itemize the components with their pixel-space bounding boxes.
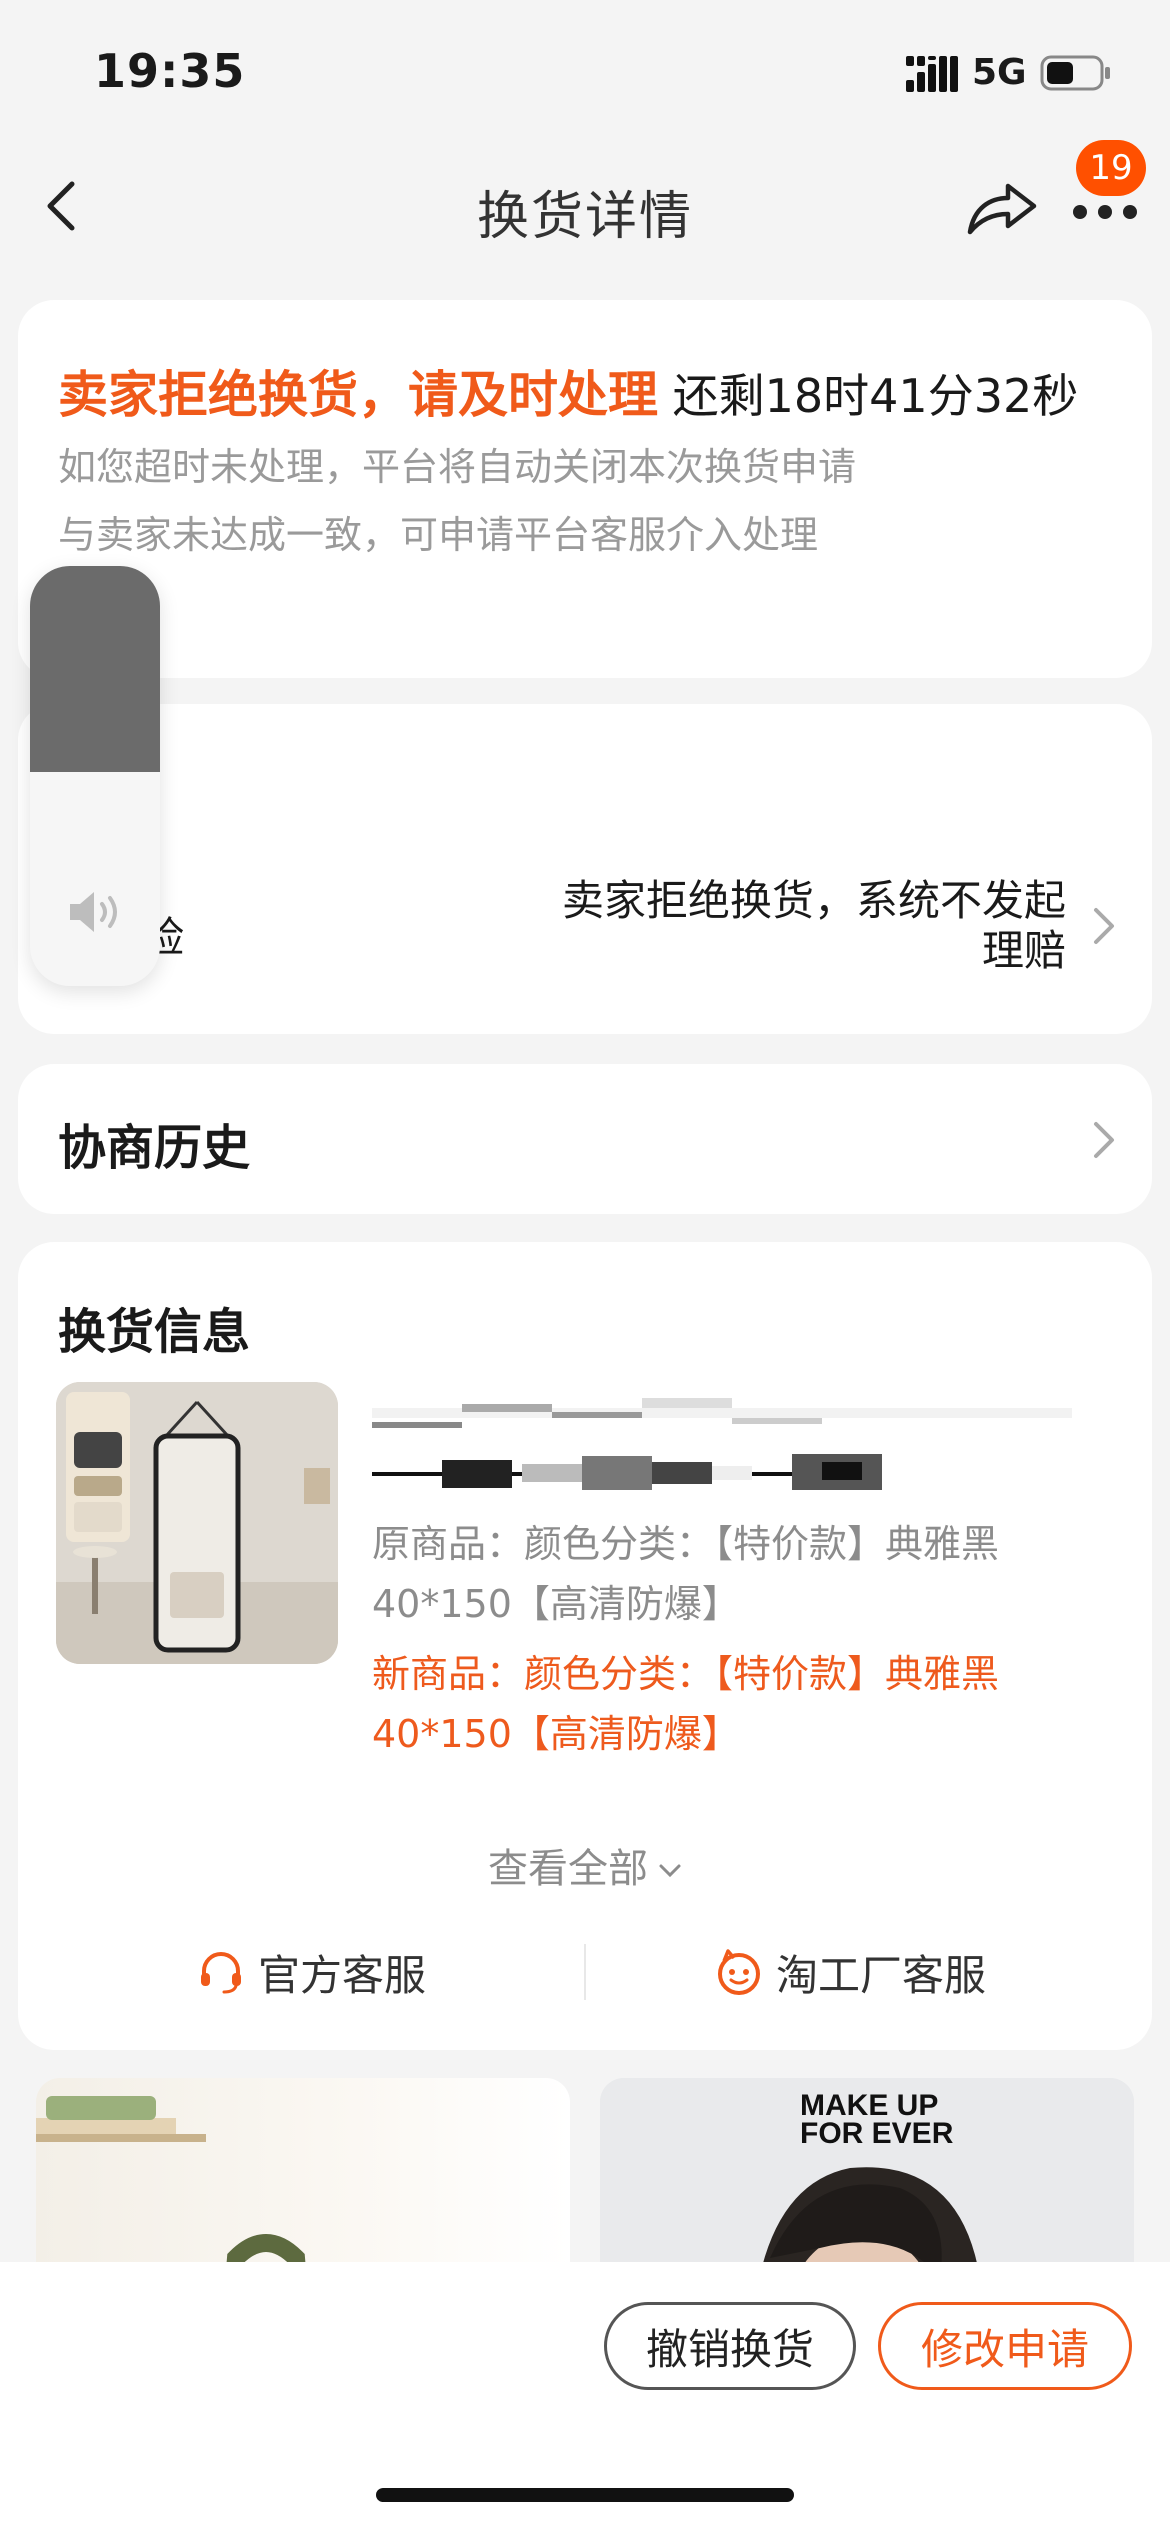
alert-note-timeout: 如您超时未处理，平台将自动关闭本次换货申请 <box>58 445 857 489</box>
home-indicator[interactable] <box>376 2488 794 2502</box>
chevron-right-icon <box>1094 1122 1114 1158</box>
new-product-spec: 新商品：颜色分类：【特价款】典雅黑40*150【高清防爆】 <box>372 1652 1000 1756</box>
exchange-info-card: 换货信息 原商品：颜色分类：【特价款】典雅黑40*150【高清防爆】 新商品：颜… <box>18 1242 1152 2050</box>
exchange-info-title: 换货信息 <box>58 1304 251 1360</box>
signal-icon <box>906 56 958 92</box>
alert-countdown: 还剩18时41分32秒 <box>672 369 1079 423</box>
alert-title: 卖家拒绝换货，请及时处理 <box>58 366 658 424</box>
divider <box>584 1944 586 2000</box>
mirror-product-picture <box>56 1382 338 1664</box>
share-icon[interactable] <box>964 172 1040 240</box>
official-cs-label: 官方客服 <box>258 1950 427 2000</box>
view-all-button[interactable]: 查看全部 <box>18 1836 1152 1894</box>
status-time: 19:35 <box>94 44 246 98</box>
modify-request-button[interactable]: 修改申请 <box>878 2302 1132 2390</box>
alert-card: 卖家拒绝换货，请及时处理 还剩18时41分32秒 如您超时未处理，平台将自动关闭… <box>18 300 1152 678</box>
product-image[interactable] <box>56 1382 338 1664</box>
customer-service-row: 官方客服 淘工厂客服 <box>18 1932 1152 2012</box>
mascot-face-icon <box>718 1949 760 1995</box>
speaker-icon <box>70 892 117 932</box>
chevron-right-icon[interactable] <box>1090 904 1118 948</box>
official-cs-button[interactable]: 官方客服 <box>196 1932 426 2012</box>
service-card: 服务 运费险 卖家拒绝换货，系统不发起理赔 <box>18 704 1152 1034</box>
battery-icon <box>1040 55 1110 91</box>
network-label: 5G <box>972 52 1027 93</box>
negotiation-history-row[interactable]: 协商历史 <box>18 1064 1152 1214</box>
volume-level-fill <box>30 566 160 772</box>
exchange-detail-page: 19:35 5G 换货详情 19 卖家拒绝换货，请及时处理 还剩18时41分32… <box>0 0 1170 2532</box>
cancel-exchange-button[interactable]: 撤销换货 <box>604 2302 856 2390</box>
factory-cs-label: 淘工厂客服 <box>776 1950 987 2000</box>
product-name-redacted <box>372 1398 1072 1490</box>
negotiation-history-title: 协商历史 <box>58 1120 251 1176</box>
original-product-spec: 原商品：颜色分类：【特价款】典雅黑40*150【高清防爆】 <box>372 1522 1000 1626</box>
shipping-insurance-status[interactable]: 卖家拒绝换货，系统不发起理赔 <box>526 876 1066 976</box>
alert-note-intervene: 与卖家未达成一致，可申请平台客服介入处理 <box>58 513 819 557</box>
view-all-label: 查看全部 <box>488 1846 648 1892</box>
headset-icon <box>201 1952 241 1994</box>
notification-badge: 19 <box>1076 140 1146 196</box>
factory-cs-button[interactable]: 淘工厂客服 <box>714 1932 986 2012</box>
more-icon[interactable] <box>1070 200 1140 224</box>
status-bar: 19:35 5G <box>0 0 1170 140</box>
chevron-down-icon <box>659 1864 681 1878</box>
volume-slider[interactable] <box>30 566 160 986</box>
nav-bar: 换货详情 19 <box>0 140 1170 270</box>
makeup-brand-logo: MAKE UP FOR EVER <box>800 2089 954 2150</box>
